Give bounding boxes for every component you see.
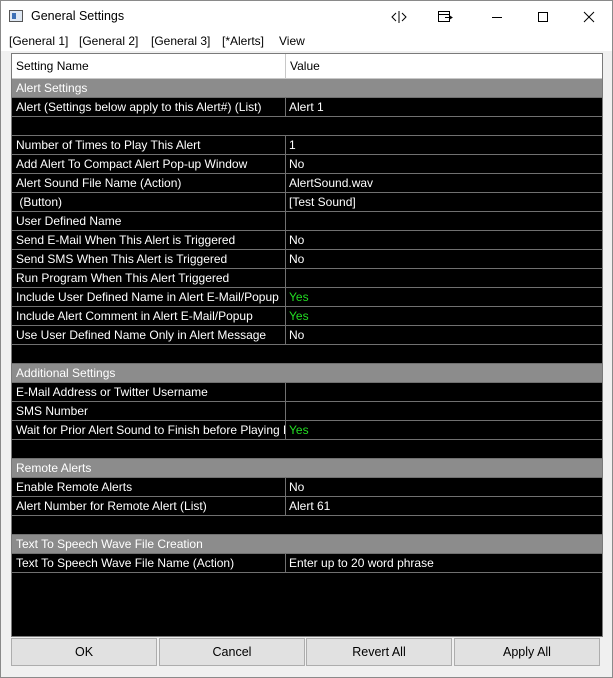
setting-value[interactable]: Enter up to 20 word phrase — [286, 554, 602, 572]
setting-name: Include Alert Comment in Alert E-Mail/Po… — [12, 307, 286, 325]
setting-value[interactable]: Yes — [286, 288, 602, 306]
setting-row[interactable]: Enable Remote Alerts No — [12, 478, 602, 497]
cancel-button[interactable]: Cancel — [159, 638, 305, 666]
setting-name: SMS Number — [12, 402, 286, 420]
setting-name: Enable Remote Alerts — [12, 478, 286, 496]
section-header: Text To Speech Wave File Creation — [12, 535, 602, 554]
section-title: Alert Settings — [16, 81, 88, 95]
setting-value[interactable]: 1 — [286, 136, 602, 154]
window-title: General Settings — [31, 9, 125, 23]
setting-value[interactable]: No — [286, 231, 602, 249]
setting-value[interactable]: No — [286, 155, 602, 173]
setting-row[interactable]: Run Program When This Alert Triggered — [12, 269, 602, 288]
minimize-icon[interactable] — [474, 1, 520, 32]
setting-name: (Button) — [12, 193, 286, 211]
setting-row[interactable]: Send SMS When This Alert is Triggered No — [12, 250, 602, 269]
setting-row[interactable]: Include User Defined Name in Alert E-Mai… — [12, 288, 602, 307]
section-title: Text To Speech Wave File Creation — [16, 537, 203, 551]
apply-all-button[interactable]: Apply All — [454, 638, 600, 666]
menu-bar: [General 1] [General 2] [General 3] [*Al… — [1, 32, 612, 51]
title-bar[interactable]: General Settings — [1, 1, 612, 32]
setting-value[interactable]: No — [286, 250, 602, 268]
setting-name: Add Alert To Compact Alert Pop-up Window — [12, 155, 286, 173]
setting-value[interactable] — [286, 269, 602, 287]
split-icon[interactable] — [376, 1, 422, 32]
setting-row[interactable]: Add Alert To Compact Alert Pop-up Window… — [12, 155, 602, 174]
setting-value[interactable] — [286, 402, 602, 420]
setting-name: Alert Number for Remote Alert (List) — [12, 497, 286, 515]
setting-row[interactable]: Send E-Mail When This Alert is Triggered… — [12, 231, 602, 250]
section-header: Remote Alerts — [12, 459, 602, 478]
settings-window: General Settings [General 1] [General 2]… — [0, 0, 613, 678]
setting-row[interactable]: Include Alert Comment in Alert E-Mail/Po… — [12, 307, 602, 326]
setting-name: Include User Defined Name in Alert E-Mai… — [12, 288, 286, 306]
setting-row[interactable]: Use User Defined Name Only in Alert Mess… — [12, 326, 602, 345]
blank-row — [12, 117, 602, 136]
section-title: Remote Alerts — [16, 461, 92, 475]
menu-alerts[interactable]: [*Alerts] — [222, 34, 264, 48]
blank-row — [12, 345, 602, 364]
setting-row[interactable]: (Button) [Test Sound] — [12, 193, 602, 212]
setting-row[interactable]: Wait for Prior Alert Sound to Finish bef… — [12, 421, 602, 440]
setting-name: Run Program When This Alert Triggered — [12, 269, 286, 287]
maximize-icon[interactable] — [520, 1, 566, 32]
setting-name: E-Mail Address or Twitter Username — [12, 383, 286, 401]
setting-value[interactable]: Alert 61 — [286, 497, 602, 515]
setting-value[interactable]: Yes — [286, 307, 602, 325]
setting-row[interactable]: Number of Times to Play This Alert 1 — [12, 136, 602, 155]
header-setting-name[interactable]: Setting Name — [12, 54, 286, 78]
menu-general-1[interactable]: [General 1] — [9, 34, 68, 48]
setting-name: User Defined Name — [12, 212, 286, 230]
setting-row[interactable]: User Defined Name — [12, 212, 602, 231]
grid-header: Setting Name Value — [12, 54, 602, 79]
button-bar: OK Cancel Revert All Apply All — [11, 638, 603, 666]
setting-name: Wait for Prior Alert Sound to Finish bef… — [12, 421, 286, 439]
setting-name: Number of Times to Play This Alert — [12, 136, 286, 154]
setting-name: Send SMS When This Alert is Triggered — [12, 250, 286, 268]
setting-row[interactable]: SMS Number — [12, 402, 602, 421]
dock-icon[interactable] — [422, 1, 468, 32]
ok-button[interactable]: OK — [11, 638, 157, 666]
blank-row — [12, 516, 602, 535]
grid-rows: Alert Settings Alert (Settings below appl… — [12, 79, 602, 573]
setting-value[interactable]: No — [286, 326, 602, 344]
setting-row[interactable]: Text To Speech Wave File Name (Action) En… — [12, 554, 602, 573]
setting-value[interactable]: No — [286, 478, 602, 496]
setting-row[interactable]: Alert Number for Remote Alert (List) Aler… — [12, 497, 602, 516]
menu-general-2[interactable]: [General 2] — [79, 34, 138, 48]
menu-general-3[interactable]: [General 3] — [151, 34, 210, 48]
revert-all-button[interactable]: Revert All — [306, 638, 452, 666]
setting-row[interactable]: Alert Sound File Name (Action) AlertSound… — [12, 174, 602, 193]
setting-row[interactable]: E-Mail Address or Twitter Username — [12, 383, 602, 402]
section-title: Additional Settings — [16, 366, 116, 380]
header-value[interactable]: Value — [286, 54, 602, 78]
close-icon[interactable] — [566, 1, 612, 32]
setting-value[interactable]: Alert 1 — [286, 98, 602, 116]
menu-view[interactable]: View — [279, 34, 305, 48]
setting-name: Text To Speech Wave File Name (Action) — [12, 554, 286, 572]
app-icon — [9, 10, 23, 22]
setting-name: Alert Sound File Name (Action) — [12, 174, 286, 192]
setting-name: Use User Defined Name Only in Alert Mess… — [12, 326, 286, 344]
setting-value[interactable] — [286, 212, 602, 230]
section-header: Alert Settings — [12, 79, 602, 98]
blank-row — [12, 440, 602, 459]
section-header: Additional Settings — [12, 364, 602, 383]
setting-value[interactable]: Yes — [286, 421, 602, 439]
setting-value[interactable]: AlertSound.wav — [286, 174, 602, 192]
setting-value[interactable]: [Test Sound] — [286, 193, 602, 211]
setting-name: Alert (Settings below apply to this Aler… — [12, 98, 286, 116]
setting-row[interactable]: Alert (Settings below apply to this Aler… — [12, 98, 602, 117]
settings-grid[interactable]: Setting Name Value Alert Settings Alert (… — [11, 53, 603, 637]
setting-name: Send E-Mail When This Alert is Triggered — [12, 231, 286, 249]
setting-value[interactable] — [286, 383, 602, 401]
